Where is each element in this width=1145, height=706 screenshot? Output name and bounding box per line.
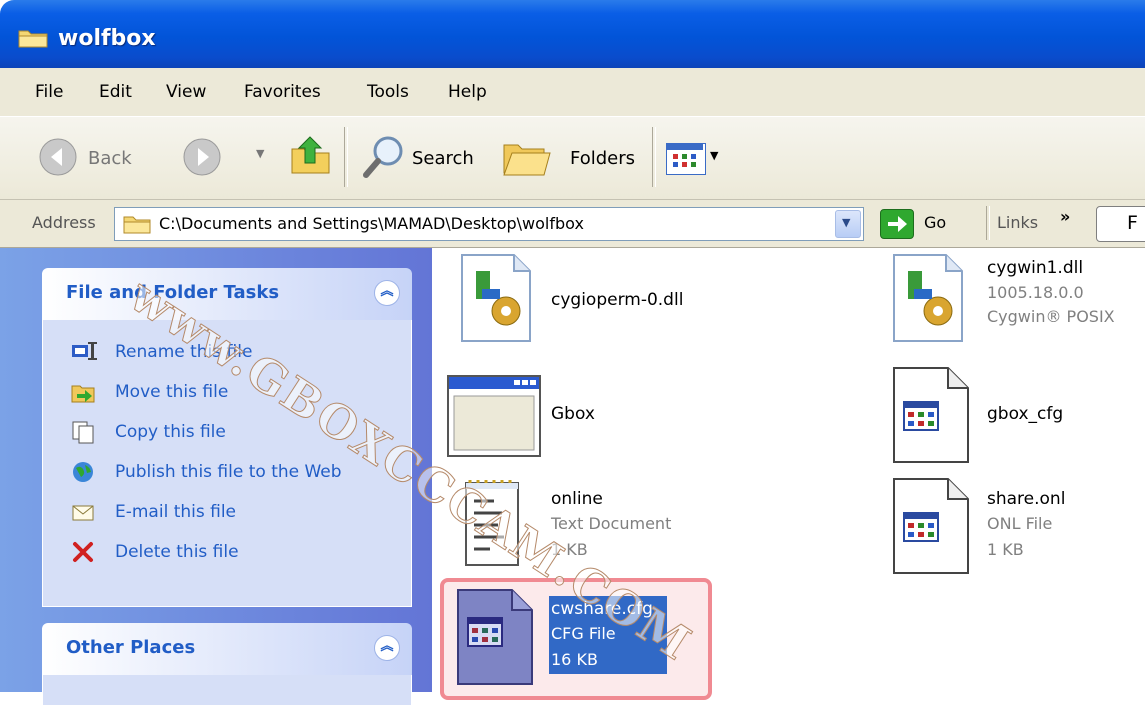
window-title: wolfbox: [58, 26, 156, 51]
collapse-up-icon[interactable]: ︽: [374, 635, 400, 661]
other-places-panel: Other Places ︽: [42, 623, 412, 706]
panel-header[interactable]: Other Places ︽: [42, 623, 412, 675]
file-name[interactable]: cwshare.cfg: [551, 599, 653, 619]
task-label: Move this file: [115, 382, 229, 402]
panel-title: Other Places: [66, 637, 196, 658]
menu-view[interactable]: View: [166, 82, 206, 102]
file-name[interactable]: cygwin1.dll: [987, 258, 1083, 278]
go-label: Go: [924, 213, 947, 232]
task-delete[interactable]: Delete this file: [71, 540, 239, 564]
address-dropdown-button[interactable]: ▼: [835, 210, 861, 238]
go-arrow-icon: [888, 216, 907, 232]
links-label[interactable]: Links: [997, 213, 1038, 232]
dll-icon: [461, 254, 531, 342]
config-file-icon: [457, 589, 533, 685]
file-size: 16 KB: [551, 650, 598, 669]
panel-header[interactable]: File and Folder Tasks ︽: [42, 268, 412, 320]
back-label: Back: [88, 148, 132, 169]
file-type: CFG File: [551, 624, 616, 643]
links-chevron-icon[interactable]: »: [1060, 207, 1070, 226]
file-type: ONL File: [987, 514, 1053, 533]
file-size: 1 KB: [551, 540, 588, 559]
application-icon: [447, 375, 541, 457]
back-button[interactable]: [38, 137, 78, 182]
search-label: Search: [412, 148, 474, 169]
file-folder-tasks-panel: File and Folder Tasks ︽ Rename this file…: [42, 268, 412, 607]
task-copy[interactable]: Copy this file: [71, 420, 226, 444]
task-label: Copy this file: [115, 422, 226, 442]
config-file-icon: [893, 367, 969, 463]
move-icon: [71, 385, 95, 403]
file-item[interactable]: [458, 253, 534, 348]
dll-icon: [893, 254, 963, 342]
task-rename[interactable]: Rename this file: [71, 340, 252, 364]
forward-arrow-icon: [183, 138, 221, 176]
copy-icon: [72, 421, 94, 444]
publish-icon: [73, 462, 93, 482]
panel-title: File and Folder Tasks: [66, 282, 280, 303]
menu-favorites[interactable]: Favorites: [244, 82, 321, 102]
title-bar: wolfbox: [0, 0, 1145, 68]
folders-label: Folders: [570, 148, 636, 169]
menu-tools[interactable]: Tools: [367, 82, 409, 102]
task-email[interactable]: E-mail this file: [71, 500, 236, 524]
address-label: Address: [32, 213, 96, 232]
file-name[interactable]: online: [551, 489, 603, 509]
menu-bar: File Edit View Favorites Tools Help: [0, 68, 1145, 117]
file-description: Cygwin® POSIX: [987, 307, 1115, 326]
file-name[interactable]: cygioperm-0.dll: [551, 290, 683, 310]
address-input[interactable]: C:\Documents and Settings\MAMAD\Desktop\…: [114, 207, 864, 241]
rename-icon: [72, 342, 97, 360]
file-item[interactable]: [892, 477, 970, 580]
back-arrow-icon: [39, 138, 77, 176]
up-folder-icon: [291, 136, 330, 174]
menu-edit[interactable]: Edit: [99, 82, 132, 102]
address-extra-button[interactable]: F: [1096, 206, 1145, 242]
file-size: 1 KB: [987, 540, 1024, 559]
file-version: 1005.18.0.0: [987, 283, 1084, 302]
forward-button[interactable]: [182, 137, 222, 182]
go-button[interactable]: [880, 209, 914, 239]
file-name[interactable]: gbox_cfg: [987, 404, 1063, 424]
text-document-icon: [465, 480, 519, 566]
task-label: Publish this file to the Web: [115, 462, 342, 482]
up-folder-button[interactable]: [290, 133, 332, 182]
views-icon: [667, 144, 703, 167]
task-publish[interactable]: Publish this file to the Web: [71, 460, 342, 484]
file-item-selected[interactable]: [456, 588, 534, 691]
email-icon: [72, 505, 94, 521]
folder-icon: [18, 30, 48, 48]
task-move[interactable]: Move this file: [71, 380, 228, 404]
panel-body: [42, 675, 412, 706]
file-item[interactable]: [890, 253, 966, 348]
search-icon: [363, 136, 403, 178]
menu-file[interactable]: File: [35, 82, 63, 102]
address-bar: Address C:\Documents and Settings\MAMAD\…: [0, 200, 1145, 248]
file-item[interactable]: [892, 366, 970, 469]
file-item[interactable]: [464, 479, 524, 574]
toolbar: Back ▼ Search Folders ▼: [0, 117, 1145, 200]
file-name[interactable]: share.onl: [987, 489, 1065, 509]
delete-icon: [73, 542, 93, 562]
forward-dropdown-icon[interactable]: ▼: [256, 147, 264, 160]
folders-icon: [503, 144, 551, 176]
task-pane: File and Folder Tasks ︽ Rename this file…: [0, 248, 432, 706]
task-label: E-mail this file: [115, 502, 237, 522]
search-button[interactable]: [360, 133, 408, 186]
file-item[interactable]: [446, 374, 542, 463]
folder-icon: [123, 216, 151, 234]
views-button[interactable]: [666, 143, 706, 175]
views-dropdown-icon[interactable]: ▼: [710, 149, 718, 162]
panel-body: Rename this file Move this file Copy thi…: [42, 320, 412, 607]
menu-help[interactable]: Help: [448, 82, 487, 102]
file-type: Text Document: [551, 514, 672, 533]
address-path: C:\Documents and Settings\MAMAD\Desktop\…: [159, 214, 584, 233]
folders-button[interactable]: [502, 135, 554, 184]
task-label: Rename this file: [115, 342, 253, 362]
config-file-icon: [893, 478, 969, 574]
chevron-down-icon: ▼: [842, 216, 851, 229]
task-label: Delete this file: [115, 542, 239, 562]
file-name[interactable]: Gbox: [551, 404, 595, 424]
collapse-up-icon[interactable]: ︽: [374, 280, 400, 306]
